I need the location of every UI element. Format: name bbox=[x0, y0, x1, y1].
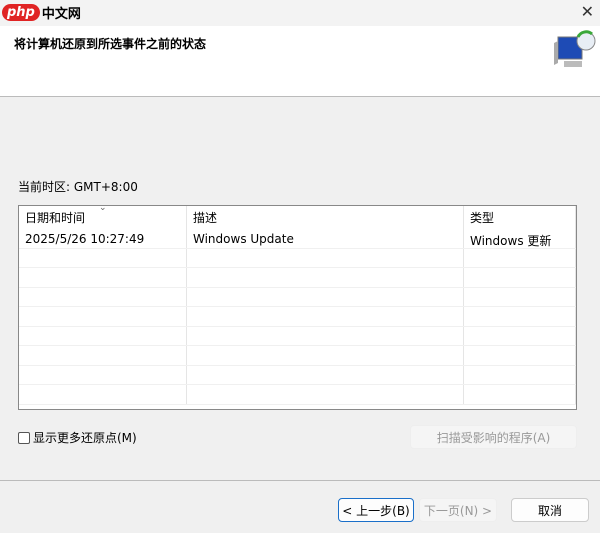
empty-cell bbox=[464, 385, 576, 404]
empty-row bbox=[19, 346, 576, 366]
empty-cell bbox=[187, 365, 464, 384]
empty-cell bbox=[464, 248, 576, 267]
empty-row bbox=[19, 385, 576, 405]
sort-chevron-icon: ⌄ bbox=[99, 205, 107, 213]
empty-cell bbox=[187, 307, 464, 326]
empty-cell bbox=[19, 268, 187, 287]
empty-cell bbox=[187, 287, 464, 306]
empty-cell bbox=[19, 287, 187, 306]
empty-row bbox=[19, 326, 576, 346]
restore-points-table[interactable]: 日期和时间 描述 类型 ⌄ 2025/5/26 10:27:49 Windows… bbox=[18, 205, 577, 410]
empty-cell bbox=[187, 248, 464, 267]
table-header: 日期和时间 描述 类型 ⌄ bbox=[19, 206, 576, 229]
title-bar: php 中文网 ✕ bbox=[0, 0, 600, 26]
divider bbox=[0, 480, 600, 481]
next-button[interactable]: 下一页(N) > bbox=[419, 498, 497, 522]
empty-cell bbox=[19, 346, 187, 365]
empty-cell bbox=[19, 326, 187, 345]
watermark-logo: php 中文网 bbox=[2, 3, 81, 22]
close-icon[interactable]: ✕ bbox=[581, 2, 594, 21]
show-more-label: 显示更多还原点(M) bbox=[33, 431, 137, 445]
empty-cell bbox=[464, 346, 576, 365]
column-type[interactable]: 类型 bbox=[464, 206, 576, 229]
empty-row bbox=[19, 248, 576, 268]
empty-cell bbox=[19, 365, 187, 384]
empty-row bbox=[19, 287, 576, 307]
checkbox-box[interactable] bbox=[18, 431, 30, 444]
empty-cell bbox=[464, 287, 576, 306]
empty-cell bbox=[187, 346, 464, 365]
empty-row bbox=[19, 307, 576, 327]
empty-cell bbox=[464, 268, 576, 287]
scan-affected-programs-button[interactable]: 扫描受影响的程序(A) bbox=[410, 425, 577, 449]
empty-row bbox=[19, 268, 576, 288]
column-description[interactable]: 描述 bbox=[187, 206, 464, 229]
empty-cell bbox=[19, 385, 187, 404]
header: 将计算机还原到所选事件之前的状态 bbox=[0, 26, 600, 97]
cell-description: Windows Update bbox=[187, 229, 464, 248]
empty-row bbox=[19, 365, 576, 385]
empty-cell bbox=[464, 365, 576, 384]
system-restore-icon bbox=[554, 30, 596, 67]
empty-cell bbox=[464, 326, 576, 345]
cell-type: Windows 更新 bbox=[464, 229, 576, 248]
cell-date: 2025/5/26 10:27:49 bbox=[19, 229, 187, 248]
empty-cell bbox=[187, 385, 464, 404]
show-more-checkbox[interactable]: 显示更多还原点(M) bbox=[18, 429, 137, 446]
back-button[interactable]: < 上一步(B) bbox=[338, 498, 414, 522]
page-title: 将计算机还原到所选事件之前的状态 bbox=[14, 37, 207, 51]
empty-cell bbox=[187, 326, 464, 345]
empty-cell bbox=[187, 268, 464, 287]
empty-cell bbox=[19, 307, 187, 326]
empty-cell bbox=[19, 248, 187, 267]
timezone-label: 当前时区: GMT+8:00 bbox=[18, 180, 138, 194]
empty-cell bbox=[464, 307, 576, 326]
table-row[interactable]: 2025/5/26 10:27:49 Windows Update Window… bbox=[19, 229, 576, 249]
cancel-button[interactable]: 取消 bbox=[511, 498, 589, 522]
